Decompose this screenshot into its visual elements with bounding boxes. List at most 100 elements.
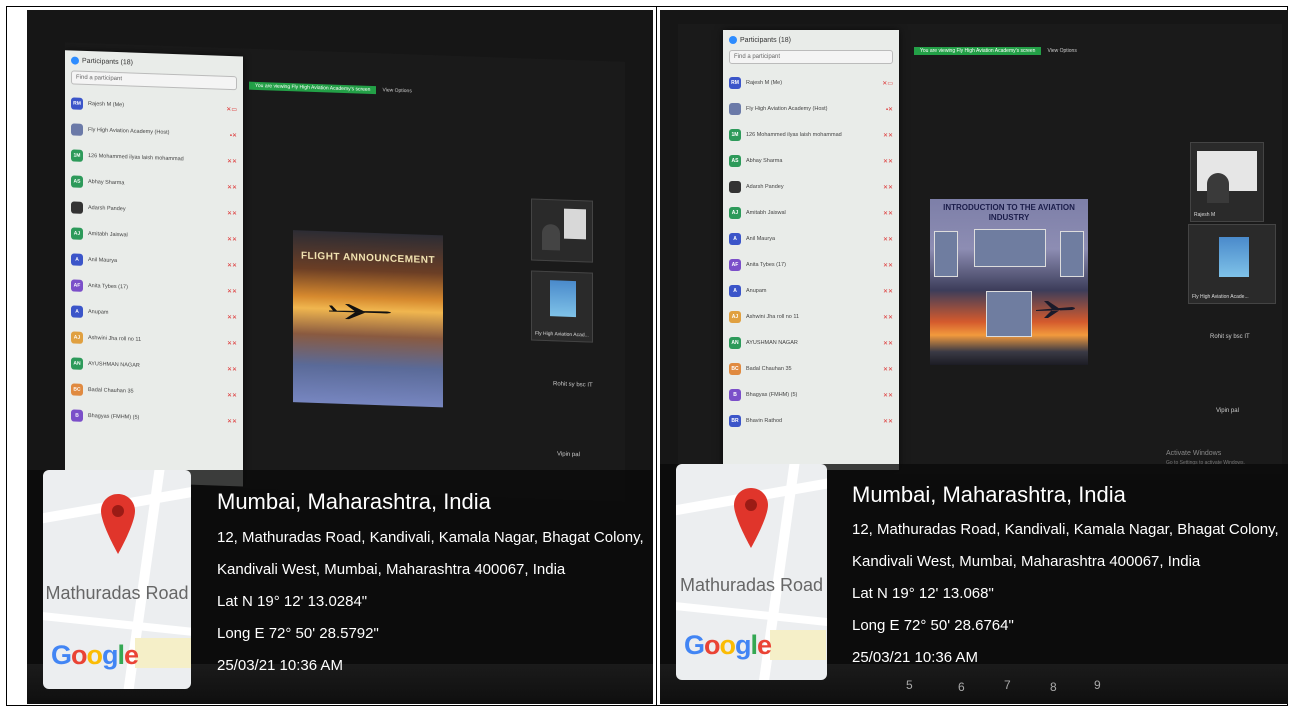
airplane-icon — [1036, 301, 1075, 318]
participant-row[interactable]: B Bhagyas (FMHM) (5) ✕✕ — [723, 382, 899, 408]
avatar: A — [729, 285, 741, 297]
mic-muted-icon: ✕✕ — [226, 340, 237, 347]
participant-name: Anil Maurya — [88, 257, 118, 265]
participant-name: 126 Mohammed ilyas laish mohammad — [88, 153, 184, 163]
slide-photo — [934, 231, 958, 277]
mic-muted-icon: ✕▭ — [882, 80, 893, 87]
participant-row[interactable]: Adarsh Pandey ✕✕ — [723, 174, 899, 200]
activate-windows-title: Activate Windows — [1166, 450, 1222, 457]
laptop-screen: You are viewing Fly High Aviation Academ… — [678, 24, 1282, 474]
participant-row[interactable]: AF Anita Tybes (17) ✕✕ — [723, 252, 899, 278]
avatar — [71, 201, 83, 214]
mic-muted-icon: ▪✕ — [885, 106, 893, 113]
participant-name: Bhagyas (FMHM) (5) — [88, 413, 140, 421]
keyboard-key: 7 — [1004, 678, 1011, 692]
slide-photo — [974, 229, 1046, 267]
geo-city: Mumbai, Maharashtra, India — [217, 489, 491, 514]
geo-address-line1: 12, Mathuradas Road, Kandivali, Kamala N… — [852, 521, 1279, 538]
map-road — [43, 611, 191, 637]
view-banner[interactable]: You are viewing Fly High Aviation Academ… — [914, 47, 1042, 55]
video-tile-host[interactable] — [531, 198, 593, 263]
participant-row[interactable]: AN AYUSHMAN NAGAR ✕✕ — [723, 330, 899, 356]
video-tile-thumbnail[interactable]: Fly High Aviation Acad... — [531, 270, 593, 343]
participant-row[interactable]: Fly High Aviation Academy (Host) ▪✕ — [723, 96, 899, 122]
avatar: AJ — [729, 207, 741, 219]
mic-muted-icon: ✕✕ — [882, 340, 893, 347]
avatar — [729, 181, 741, 193]
mic-muted-icon: ✕✕ — [226, 210, 237, 217]
shared-slide: FLIGHT ANNOUNCEMENT — [293, 230, 443, 408]
geo-address-line1: 12, Mathuradas Road, Kandivali, Kamala N… — [217, 529, 644, 546]
participant-row[interactable]: BC Badal Chauhan 35 ✕✕ — [723, 356, 899, 382]
slide-title: FLIGHT ANNOUNCEMENT — [300, 250, 436, 267]
participant-name: Amitabh Jaiswal — [746, 210, 786, 216]
participant-name: Adarsh Pandey — [88, 205, 126, 213]
map-road — [676, 601, 827, 627]
video-tile-thumbnail[interactable]: Fly High Aviation Acade... — [1188, 224, 1276, 304]
view-banner[interactable]: You are viewing Fly High Aviation Academ… — [249, 81, 377, 95]
google-logo: Google — [684, 630, 772, 660]
participant-row[interactable]: A Anil Maurya ✕✕ — [723, 226, 899, 252]
mic-muted-icon: ✕✕ — [226, 418, 237, 425]
participant-name: Vipin pal — [557, 451, 580, 459]
participant-name: Anil Maurya — [746, 236, 776, 242]
participant-row[interactable]: AS Abhay Sharma ✕✕ — [723, 148, 899, 174]
mic-muted-icon: ✕✕ — [226, 184, 237, 191]
mic-muted-icon: ✕▭ — [226, 106, 237, 113]
avatar: BC — [71, 383, 83, 396]
slide-photo — [1060, 231, 1084, 277]
mic-muted-icon: ✕✕ — [882, 418, 893, 425]
avatar: AJ — [71, 227, 83, 240]
participant-name: Fly High Aviation Academy (Host) — [88, 127, 170, 136]
mic-muted-icon: ✕✕ — [882, 236, 893, 243]
tile-name: Fly High Aviation Acad... — [535, 330, 589, 339]
participant-name: Rajesh M (Me) — [746, 80, 783, 86]
participant-name: Vipin pal — [1216, 408, 1239, 414]
mic-muted-icon: ✕✕ — [226, 366, 237, 373]
participants-panel: Participants (18) Find a participant RM R… — [723, 30, 899, 470]
keyboard-key: 8 — [1050, 680, 1057, 694]
participant-row[interactable]: RM Rajesh M (Me) ✕▭ — [723, 70, 899, 96]
slide-photo — [986, 291, 1032, 337]
keyboard-key: 9 — [1094, 678, 1101, 692]
mic-muted-icon: ✕✕ — [882, 184, 893, 191]
avatar: RM — [71, 97, 83, 110]
keyboard-key: 6 — [958, 680, 965, 694]
participant-name: Bhagyas (FMHM) (5) — [746, 392, 798, 398]
avatar: BR — [729, 415, 741, 427]
participant-row[interactable]: BR Bhavin Rathod ✕✕ — [723, 408, 899, 434]
map-pin-icon — [101, 494, 135, 554]
participant-name: Ashwini Jha roll no 11 — [88, 335, 142, 343]
participant-name: AYUSHMAN NAGAR — [746, 340, 798, 346]
mic-muted-icon: ✕✕ — [882, 392, 893, 399]
participant-row[interactable]: A Anupam ✕✕ — [723, 278, 899, 304]
map-card: Mathuradas Road Google — [676, 464, 827, 680]
mic-muted-icon: ✕✕ — [226, 392, 237, 399]
avatar: A — [729, 233, 741, 245]
geo-longitude: Long E 72° 50' 28.5792" — [217, 625, 379, 642]
participant-row[interactable]: 1M 126 Mohammed ilyas laish mohammad ✕✕ — [723, 122, 899, 148]
participant-row[interactable]: AJ Amitabh Jaiswal ✕✕ — [723, 200, 899, 226]
avatar: AJ — [729, 311, 741, 323]
participant-row[interactable]: B Bhagyas (FMHM) (5) ✕✕ — [65, 402, 243, 434]
geo-latitude: Lat N 19° 12' 13.0284" — [217, 593, 368, 610]
avatar: AF — [729, 259, 741, 271]
mic-muted-icon: ✕✕ — [882, 288, 893, 295]
person-silhouette — [1207, 173, 1229, 203]
avatar: AS — [729, 155, 741, 167]
keyboard-key: 5 — [906, 678, 913, 692]
mic-muted-icon: ✕✕ — [882, 210, 893, 217]
geo-latitude: Lat N 19° 12' 13.068" — [852, 585, 994, 602]
participant-name: Anupam — [746, 288, 767, 294]
video-tile-host[interactable]: Rajesh M — [1190, 142, 1264, 222]
zoom-topbar: You are viewing Fly High Aviation Academ… — [914, 46, 1077, 56]
view-options-button[interactable]: View Options — [382, 87, 411, 94]
participant-name: Ashwini Jha roll no 11 — [746, 314, 800, 320]
participant-name: 126 Mohammed ilyas laish mohammad — [746, 132, 842, 138]
shared-slide: INTRODUCTION TO THE AVIATION INDUSTRY — [930, 199, 1088, 365]
search-input[interactable]: Find a participant — [729, 50, 893, 64]
participant-row[interactable]: AJ Ashwini Jha roll no 11 ✕✕ — [723, 304, 899, 330]
map-street-label: Mathuradas Road — [45, 583, 189, 603]
view-options-button[interactable]: View Options — [1047, 48, 1076, 54]
mic-muted-icon: ▪✕ — [229, 132, 237, 139]
